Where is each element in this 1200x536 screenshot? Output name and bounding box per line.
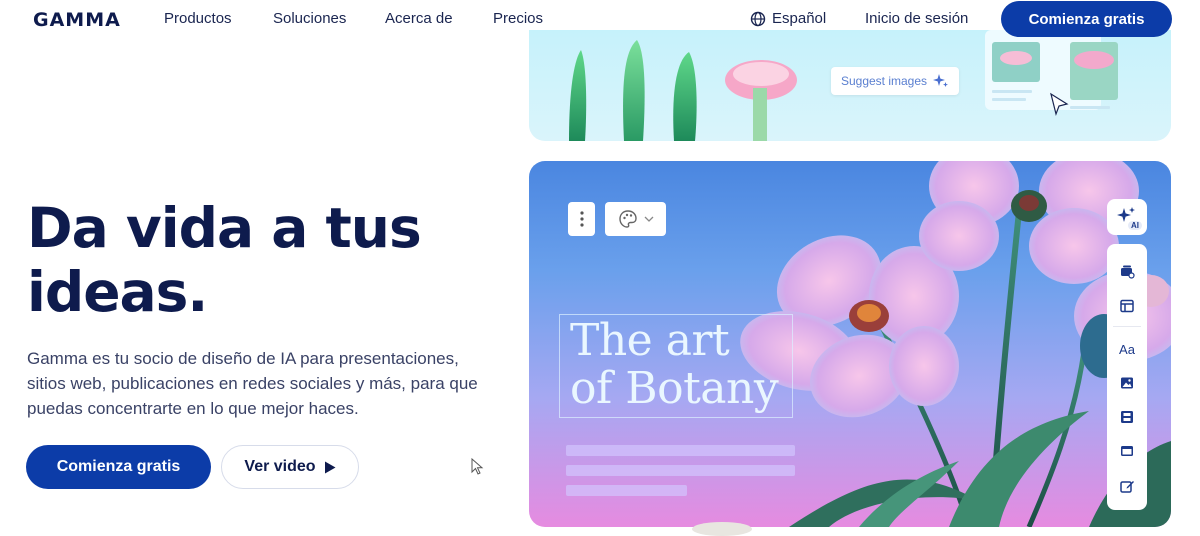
preview-card-botany: The art of Botany AI Aa xyxy=(529,161,1171,527)
gamma-logo[interactable]: GAMMA xyxy=(33,9,121,31)
play-icon xyxy=(324,461,336,473)
preview-card-images: Suggest images xyxy=(529,30,1171,141)
get-started-button[interactable]: Comienza gratis xyxy=(26,445,211,489)
hero-heading-line2: ideas. xyxy=(27,260,208,324)
language-selector[interactable]: Español xyxy=(750,10,826,27)
embed-tool[interactable] xyxy=(1119,443,1135,459)
layout-icon xyxy=(1120,299,1134,313)
text-tool-label: Aa xyxy=(1119,341,1135,357)
placeholder-text-line xyxy=(566,465,795,476)
form-tool[interactable] xyxy=(1119,478,1135,494)
sparkle-icon xyxy=(933,74,949,87)
ai-assistant-button[interactable]: AI xyxy=(1107,199,1147,235)
hero-heading: Da vida a tus ideas. xyxy=(27,196,507,324)
mouse-cursor-icon xyxy=(471,458,484,475)
ai-badge: AI xyxy=(1128,221,1142,230)
top-navigation: GAMMA Productos Soluciones Acerca de Pre… xyxy=(0,0,1200,40)
text-tool[interactable]: Aa xyxy=(1119,341,1135,357)
nav-link-products[interactable]: Productos xyxy=(164,10,232,27)
theme-palette-button[interactable] xyxy=(605,202,666,236)
more-vertical-icon xyxy=(579,211,584,227)
cards-icon xyxy=(1121,265,1135,279)
language-label: Español xyxy=(772,10,827,27)
hero-heading-line1: Da vida a tus xyxy=(27,196,422,260)
botany-title-line2: of Botany xyxy=(570,363,779,414)
video-tool[interactable] xyxy=(1119,409,1135,425)
editor-side-toolbar: Aa xyxy=(1107,244,1147,510)
palette-icon xyxy=(618,210,637,228)
botany-title-line1: The art xyxy=(570,315,730,366)
hero-subtitle: Gamma es tu socio de diseño de IA para p… xyxy=(27,349,478,418)
suggest-images-label: Suggest images xyxy=(840,74,928,88)
login-link[interactable]: Inicio de sesión xyxy=(865,10,968,27)
image-tool[interactable] xyxy=(1119,375,1135,391)
globe-icon xyxy=(750,11,766,26)
nav-link-solutions[interactable]: Soluciones xyxy=(273,10,346,27)
edit-box-icon xyxy=(1120,481,1134,493)
film-icon xyxy=(1121,411,1133,423)
add-card-tool[interactable] xyxy=(1119,263,1135,279)
placeholder-text-line xyxy=(566,445,795,456)
nav-link-pricing[interactable]: Precios xyxy=(493,10,543,27)
image-icon xyxy=(1121,377,1133,389)
toolbar-divider xyxy=(1113,326,1141,327)
watch-video-label: Ver video xyxy=(244,458,316,475)
next-card-peek xyxy=(692,522,752,536)
layout-tool[interactable] xyxy=(1119,298,1135,314)
watch-video-button[interactable]: Ver video xyxy=(221,445,359,489)
nav-link-about[interactable]: Acerca de xyxy=(385,10,453,27)
card-menu-button[interactable] xyxy=(568,202,595,236)
chevron-down-icon xyxy=(644,216,653,222)
suggest-images-button[interactable]: Suggest images xyxy=(831,67,959,95)
browser-window-icon xyxy=(1121,446,1133,456)
botany-title-textbox[interactable]: The art of Botany xyxy=(559,314,793,418)
placeholder-text-line xyxy=(566,485,687,496)
nav-get-started-button[interactable]: Comienza gratis xyxy=(1001,1,1172,37)
